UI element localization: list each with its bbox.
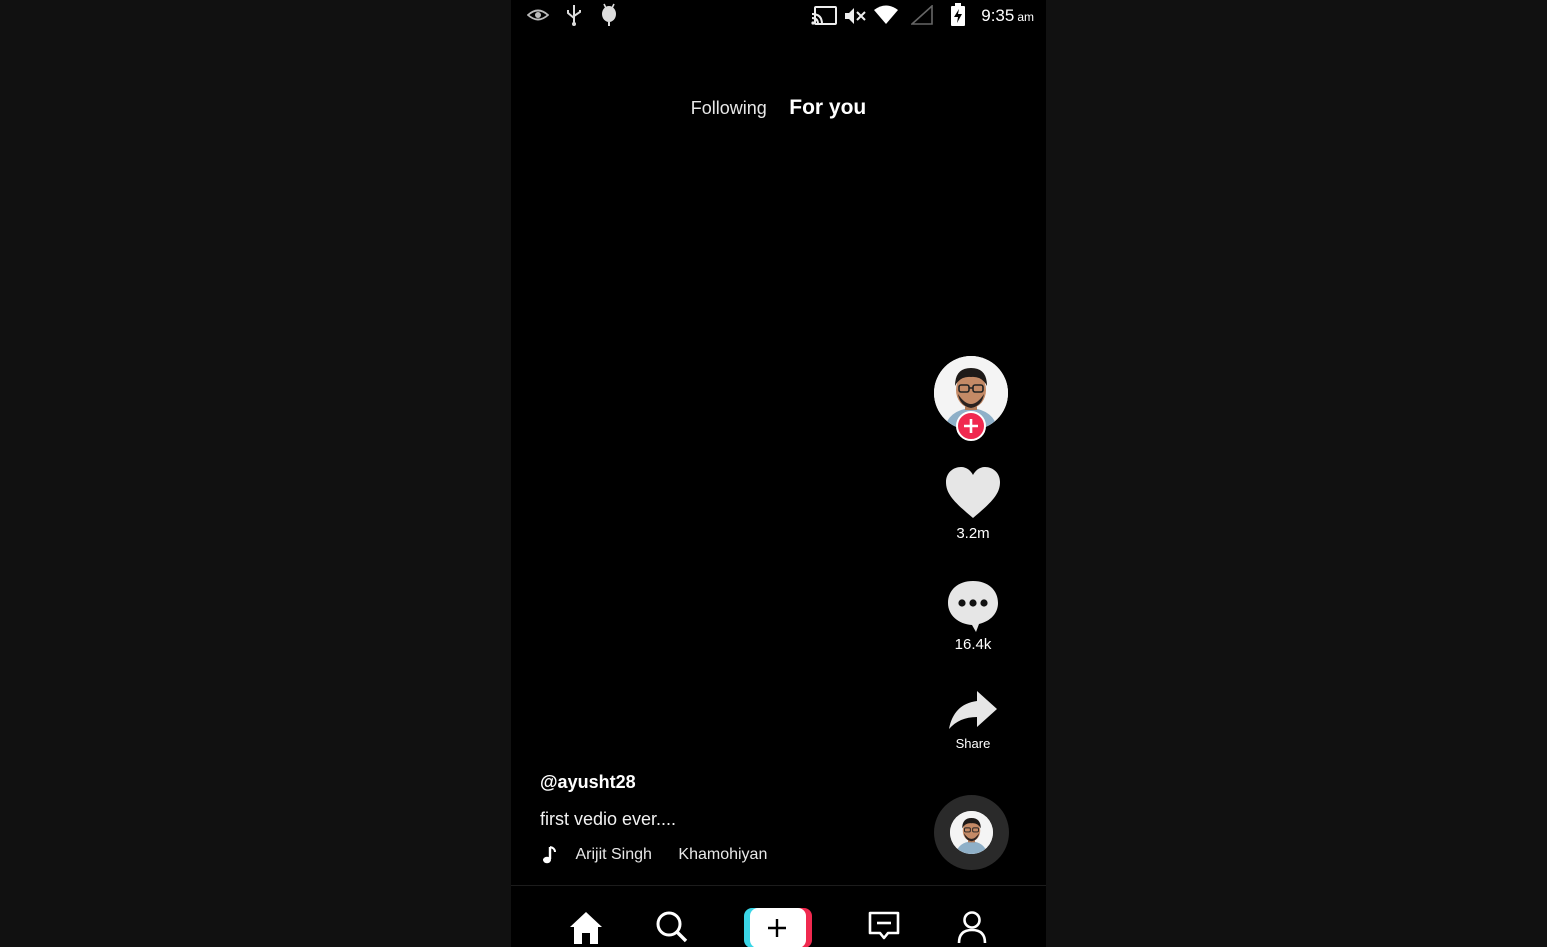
nav-search[interactable] [656,910,688,947]
plus-icon [768,919,786,937]
like-button[interactable]: 3.2m [941,466,1005,542]
music-disc-button[interactable] [934,795,1009,870]
disc-avatar [950,811,993,854]
home-icon [570,912,602,944]
bottom-nav [511,885,1046,947]
share-icon [949,691,997,729]
post-caption: first vedio ever.... [540,809,677,829]
battery-charging-icon [951,3,965,26]
tab-for-you[interactable]: For you [789,96,866,120]
create-button[interactable] [744,908,812,947]
tab-following[interactable]: Following [691,98,767,119]
search-icon [656,911,688,943]
signal-icon [911,5,933,25]
follow-button[interactable] [956,411,986,441]
heart-icon [946,467,1000,518]
disc-avatar-image [950,811,993,854]
nav-inbox[interactable] [868,910,900,947]
phone-screen: 9:35 am Following For you 3.2m 16.4k Sha… [511,0,1046,947]
cast-icon [811,6,837,25]
comment-count: 16.4k [954,636,992,653]
usb-icon [567,5,581,26]
music-info[interactable]: Arijit Singh Khamohiyan [541,845,767,867]
share-label: Share [955,736,991,751]
post-username[interactable]: @ayusht28 [540,772,636,793]
mute-icon [845,8,866,24]
music-note-icon [543,846,556,864]
like-count: 3.2m [956,525,990,542]
android-debug-icon [602,3,616,26]
comment-icon [948,581,998,632]
eye-icon [527,9,549,21]
music-song: Arijit Singh [575,846,652,863]
nav-home[interactable] [568,910,604,947]
wifi-icon [874,5,898,24]
clock-ampm: am [1017,10,1034,24]
status-bar: 9:35 am [511,0,1046,32]
clock-time: 9:35 [981,6,1015,25]
status-clock: 9:35 am [981,6,1034,26]
share-button[interactable]: Share [941,689,1005,751]
comment-button[interactable]: 16.4k [941,579,1005,653]
inbox-icon [868,911,900,940]
profile-icon [957,911,987,944]
nav-profile[interactable] [957,910,987,947]
creator-avatar-button[interactable] [934,356,1010,442]
music-artist: Khamohiyan [678,846,768,863]
feed-tabs: Following For you [511,96,1046,120]
plus-icon [964,419,978,433]
